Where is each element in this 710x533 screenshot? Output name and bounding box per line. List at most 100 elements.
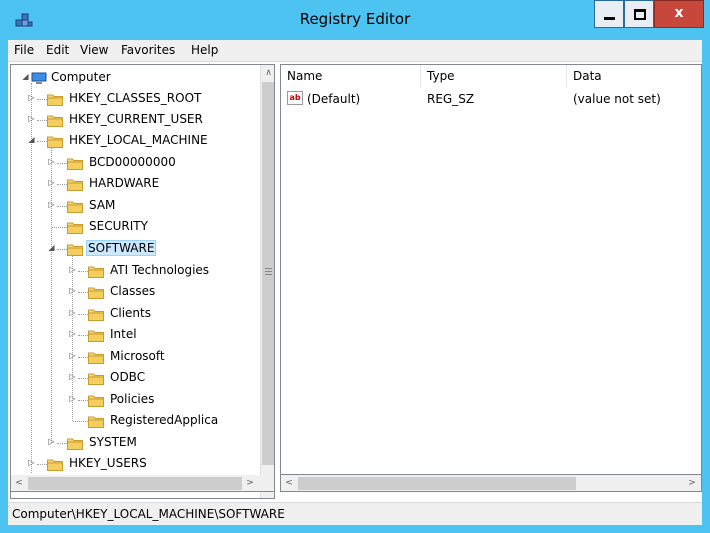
expand-icon[interactable]: ▷: [47, 157, 56, 166]
expand-icon[interactable]: ▷: [68, 372, 77, 381]
tree-label: Clients: [110, 306, 151, 320]
scroll-left-icon[interactable]: <: [11, 475, 27, 491]
tree-vertical-scrollbar[interactable]: ∧ ∨: [260, 65, 274, 498]
current-key-path: Computer\HKEY_LOCAL_MACHINE\SOFTWARE: [12, 507, 285, 521]
folder-icon: [47, 93, 63, 106]
expand-icon[interactable]: ▷: [47, 178, 56, 187]
collapse-icon[interactable]: ◢: [47, 243, 56, 252]
folder-icon: [47, 458, 63, 471]
scrollbar-thumb[interactable]: [28, 477, 242, 490]
expand-icon[interactable]: ▷: [68, 265, 77, 274]
tree-connector: [78, 378, 88, 379]
expand-icon[interactable]: ▷: [68, 351, 77, 360]
close-icon: x: [674, 5, 684, 21]
tree-label: ATI Technologies: [110, 263, 210, 277]
maximize-icon: [634, 9, 646, 20]
scrollbar-thumb[interactable]: [298, 477, 576, 490]
scroll-up-icon[interactable]: ∧: [261, 65, 274, 81]
tree-label: SYSTEM: [89, 435, 137, 449]
tree-connector: [57, 184, 67, 185]
tree-item-hkey-users[interactable]: ▷ HKEY_USERS: [11, 454, 259, 475]
menu-help[interactable]: Help: [191, 43, 218, 57]
folder-icon: [88, 329, 104, 342]
expand-icon[interactable]: ▷: [68, 329, 77, 338]
tree-item-security[interactable]: SECURITY: [11, 217, 259, 238]
menu-favorites[interactable]: Favorites: [121, 43, 175, 57]
column-header-type[interactable]: Type: [421, 65, 567, 87]
scroll-left-icon[interactable]: <: [281, 475, 297, 491]
tree-label: ODBC: [110, 370, 146, 384]
tree-label: HKEY_CLASSES_ROOT: [69, 91, 202, 105]
column-header-name[interactable]: Name: [281, 65, 421, 87]
tree-label: HKEY_CURRENT_USER: [69, 112, 203, 126]
tree-item-system[interactable]: ▷ SYSTEM: [11, 433, 259, 454]
tree-item-bcd[interactable]: ▷ BCD00000000: [11, 153, 259, 174]
tree-item-ati-technologies[interactable]: ▷ ATI Technologies: [11, 261, 259, 282]
tree-item-policies[interactable]: ▷ Policies: [11, 390, 259, 411]
tree-item-computer[interactable]: ◢ Computer: [11, 68, 259, 89]
tree-connector: [78, 400, 88, 401]
status-bar: Computer\HKEY_LOCAL_MACHINE\SOFTWARE: [8, 502, 702, 525]
tree-label: HKEY_USERS: [69, 456, 147, 470]
tree-connector: [57, 443, 67, 444]
title-bar[interactable]: Registry Editor x: [0, 0, 710, 40]
client-area: File Edit View Favorites Help ◢ Computer: [8, 40, 702, 525]
tree-item-clients[interactable]: ▷ Clients: [11, 304, 259, 325]
folder-icon: [67, 157, 83, 170]
menu-file[interactable]: File: [14, 43, 34, 57]
scroll-right-icon[interactable]: >: [684, 475, 700, 491]
tree-item-hkey-current-user[interactable]: ▷ HKEY_CURRENT_USER: [11, 110, 259, 131]
minimize-icon: [604, 17, 615, 20]
tree-connector: [37, 464, 47, 465]
expand-icon[interactable]: ▷: [27, 458, 36, 467]
tree-item-hkey-local-machine[interactable]: ◢ HKEY_LOCAL_MACHINE: [11, 131, 259, 152]
tree-item-software[interactable]: ◢ SOFTWARE: [11, 239, 259, 260]
tree-item-sam[interactable]: ▷ SAM: [11, 196, 259, 217]
expand-icon[interactable]: ▷: [47, 437, 56, 446]
folder-icon: [47, 135, 63, 148]
column-header-data[interactable]: Data: [567, 65, 701, 87]
folder-icon: [88, 415, 104, 428]
menu-bar: File Edit View Favorites Help: [8, 40, 702, 62]
scroll-right-icon[interactable]: >: [242, 475, 258, 491]
tree-label: HARDWARE: [89, 176, 160, 190]
menu-view[interactable]: View: [80, 43, 108, 57]
expand-icon[interactable]: ▷: [68, 308, 77, 317]
tree-item-odbc[interactable]: ▷ ODBC: [11, 368, 259, 389]
tree-item-intel[interactable]: ▷ Intel: [11, 325, 259, 346]
key-tree-pane[interactable]: ◢ Computer ▷ HKEY_CLASSES_ROOT ▷ HKEY_CU: [10, 64, 275, 499]
list-horizontal-scrollbar[interactable]: < >: [280, 475, 702, 492]
grip-line: [265, 271, 272, 272]
expand-icon[interactable]: ▷: [68, 286, 77, 295]
tree-horizontal-scrollbar[interactable]: < >: [10, 475, 275, 492]
string-value-icon: ab: [287, 91, 303, 105]
tree-item-classes[interactable]: ▷ Classes: [11, 282, 259, 303]
tree-item-hardware[interactable]: ▷ HARDWARE: [11, 174, 259, 195]
tree-item-registered-applications[interactable]: RegisteredApplica: [11, 411, 259, 432]
expand-icon[interactable]: ▷: [27, 93, 36, 102]
tree-item-hkey-classes-root[interactable]: ▷ HKEY_CLASSES_ROOT: [11, 89, 259, 110]
tree-label: BCD00000000: [89, 155, 176, 169]
expand-icon[interactable]: ▷: [27, 114, 36, 123]
menu-edit[interactable]: Edit: [46, 43, 69, 57]
close-button[interactable]: x: [654, 0, 704, 28]
collapse-icon[interactable]: ◢: [27, 135, 36, 144]
tree-item-microsoft[interactable]: ▷ Microsoft: [11, 347, 259, 368]
value-data: (value not set): [573, 92, 661, 106]
maximize-button[interactable]: [624, 0, 654, 28]
tree-connector: [78, 292, 88, 293]
tree-connector: [78, 357, 88, 358]
list-item[interactable]: ab (Default) REG_SZ (value not set): [281, 89, 701, 109]
tree-label-selected: SOFTWARE: [86, 240, 157, 256]
tree-connector: [78, 271, 88, 272]
registry-editor-window: Registry Editor x File Edit View Favorit…: [0, 0, 710, 533]
values-list-pane[interactable]: Name Type Data ab (Default) REG_SZ (valu…: [280, 64, 702, 475]
scrollbar-thumb[interactable]: [262, 82, 274, 465]
tree-label: Policies: [110, 392, 155, 406]
tree-connector: [37, 99, 47, 100]
folder-icon: [67, 437, 83, 450]
collapse-icon[interactable]: ◢: [21, 72, 30, 81]
expand-icon[interactable]: ▷: [68, 394, 77, 403]
expand-icon[interactable]: ▷: [47, 200, 56, 209]
minimize-button[interactable]: [594, 0, 624, 28]
